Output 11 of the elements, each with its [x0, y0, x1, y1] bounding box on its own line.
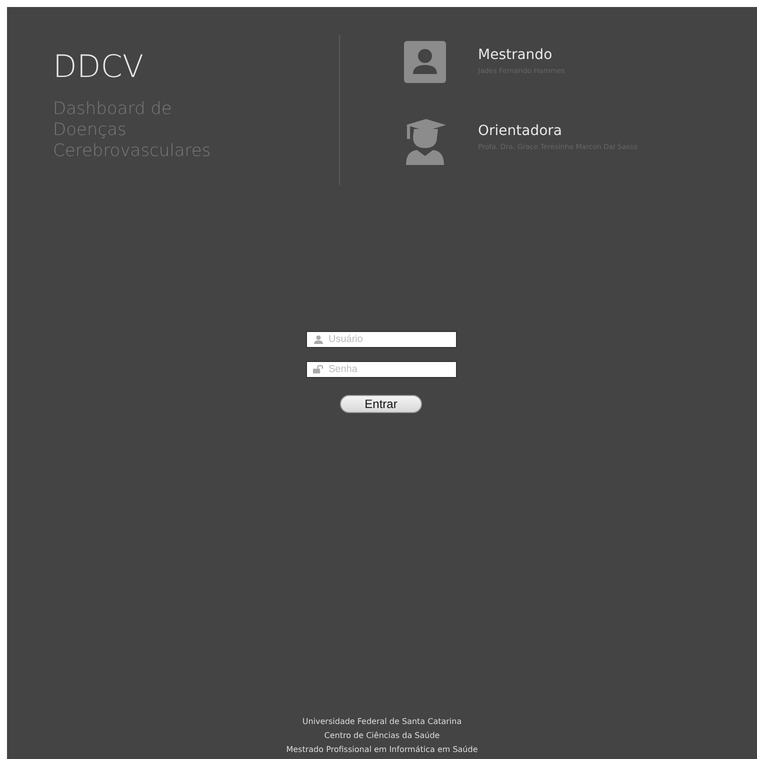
graduate-icon — [404, 117, 446, 165]
login-button[interactable]: Entrar — [340, 395, 422, 413]
username-field[interactable]: Usuário — [306, 331, 456, 348]
password-field[interactable]: Senha — [306, 361, 456, 378]
role-label: Mestrando — [478, 47, 554, 63]
role-label: Orientadora — [478, 123, 564, 139]
person-icon — [404, 41, 446, 83]
footer-text: Mestrado Profissional em Informática em Saúde — [286, 744, 478, 756]
app-title: DDCV — [53, 49, 145, 85]
footer-text: Centro de Ciências da Saúde — [324, 730, 440, 742]
footer-text: Universidade Federal de Santa Catarina — [302, 716, 462, 728]
